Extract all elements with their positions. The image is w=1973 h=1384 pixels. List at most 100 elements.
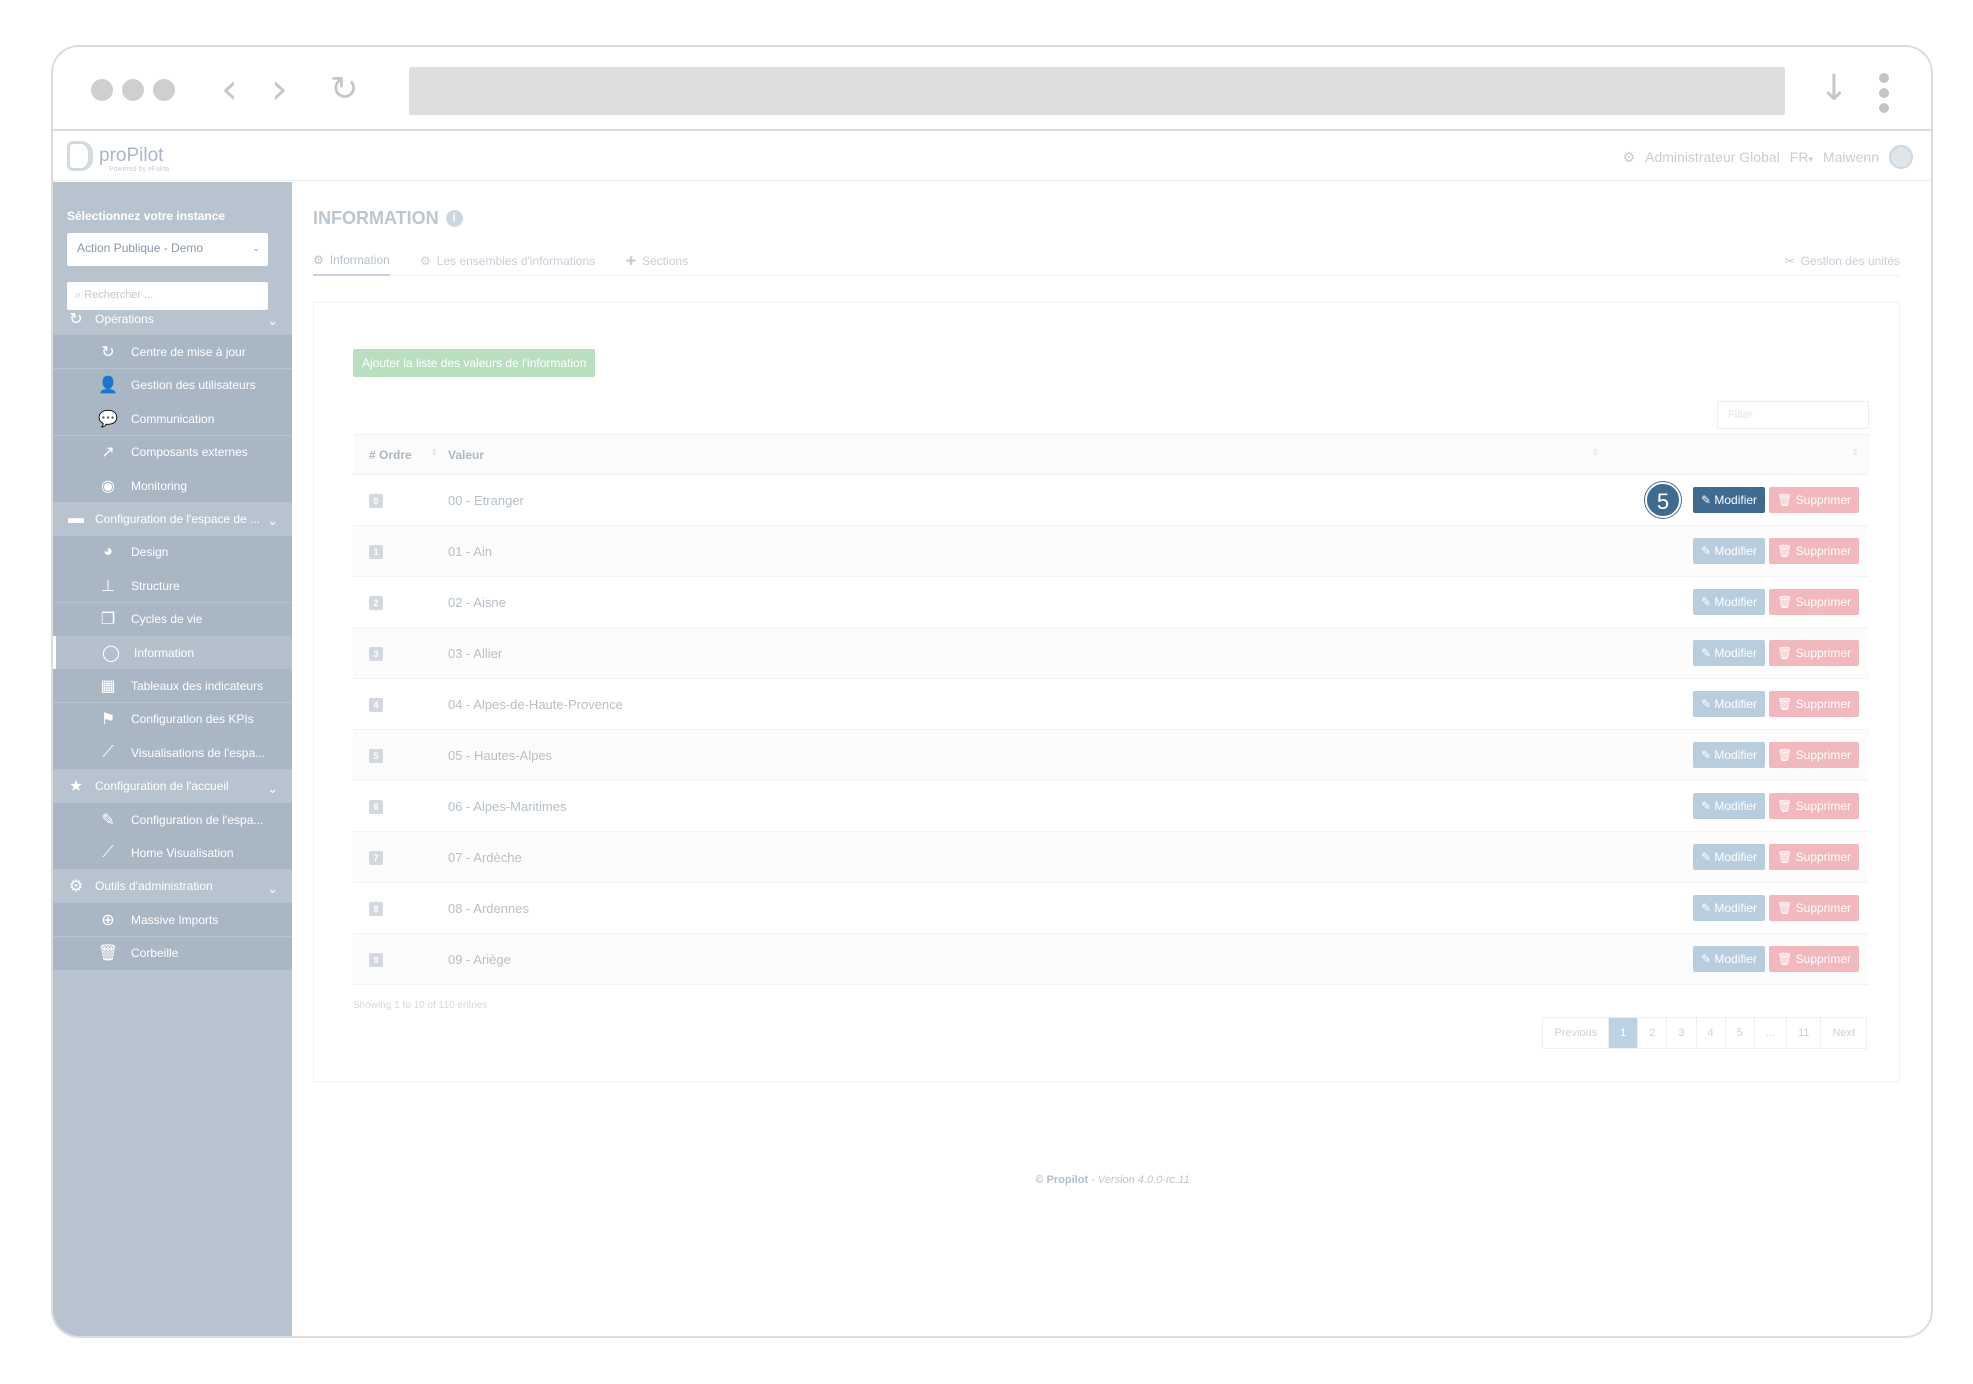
edit-button[interactable]: ✎ Modifier bbox=[1692, 793, 1766, 819]
sidebar-item[interactable]: ◕ Design bbox=[53, 535, 292, 569]
app-logo[interactable]: proPilot Powered by eFakta bbox=[67, 141, 169, 173]
delete-button[interactable]: 🗑 Supprimer bbox=[1769, 640, 1859, 666]
delete-button[interactable]: 🗑 Supprimer bbox=[1769, 691, 1859, 717]
edit-button[interactable]: ✎ Modifier bbox=[1692, 691, 1766, 717]
admin-link[interactable]: Administrateur Global bbox=[1645, 149, 1780, 165]
edit-button[interactable]: ✎ Modifier bbox=[1692, 487, 1766, 513]
tab-info-sets[interactable]: ⚙ Les ensembles d'informations bbox=[420, 246, 595, 276]
order-badge: 2 bbox=[369, 596, 383, 610]
edit-button[interactable]: ✎ Modifier bbox=[1692, 538, 1766, 564]
delete-button[interactable]: 🗑 Supprimer bbox=[1769, 895, 1859, 921]
page-link[interactable]: 11 bbox=[1785, 1018, 1820, 1048]
actions-cell: ✎ Modifier 🗑 Supprimer bbox=[1609, 576, 1869, 628]
actions-cell: ✎ Modifier 🗑 Supprimer bbox=[1609, 933, 1869, 985]
value-cell: 04 - Alpes-de-Haute-Provence bbox=[448, 678, 1609, 730]
caret-down-icon: ▾ bbox=[1808, 154, 1813, 164]
tab-sections[interactable]: ✚ Sections bbox=[626, 246, 688, 276]
delete-button[interactable]: 🗑 Supprimer bbox=[1769, 589, 1859, 615]
star-icon: ★ bbox=[68, 778, 84, 796]
delete-button[interactable]: 🗑 Supprimer bbox=[1769, 844, 1859, 870]
window-control-dot[interactable] bbox=[91, 79, 113, 101]
page-link[interactable]: 1 bbox=[1608, 1018, 1638, 1048]
sidebar-item[interactable]: ↻ Centre de mise à jour bbox=[53, 335, 292, 369]
sidebar-item[interactable]: ★ Configuration de l'accueil ⌄ bbox=[53, 770, 292, 803]
sidebar-item[interactable]: ▬ Configuration de l'espace de ... ⌄ bbox=[53, 502, 292, 535]
search-placeholder: Rechercher ... bbox=[84, 289, 154, 301]
info-icon[interactable]: i bbox=[445, 210, 463, 227]
back-arrow-icon[interactable]: ‹ bbox=[221, 65, 238, 113]
sidebar-item-label: Configuration des KPIs bbox=[131, 712, 254, 727]
delete-button[interactable]: 🗑 Supprimer bbox=[1769, 742, 1859, 768]
units-link[interactable]: ✂ Gestion des unités bbox=[1785, 246, 1900, 276]
sidebar-item[interactable]: ◯ Information bbox=[53, 636, 292, 669]
trash-icon: 🗑 bbox=[1777, 799, 1796, 813]
page-link[interactable]: 4 bbox=[1695, 1018, 1725, 1048]
column-header-order[interactable]: # Ordre ⇕ bbox=[353, 434, 448, 475]
sidebar-item[interactable]: ⊕ Massive Imports bbox=[53, 903, 292, 937]
download-icon[interactable]: ↓ bbox=[1819, 65, 1849, 113]
window-control-dot[interactable] bbox=[153, 79, 175, 101]
browser-menu-icon[interactable] bbox=[1879, 73, 1889, 118]
sidebar-item[interactable]: 👤 Gestion des utilisateurs bbox=[53, 368, 292, 402]
delete-button[interactable]: 🗑 Supprimer bbox=[1769, 538, 1859, 564]
trash-icon: 🗑 bbox=[1777, 952, 1796, 966]
edit-button[interactable]: ✎ Modifier bbox=[1692, 895, 1766, 921]
column-header-value[interactable]: Valeur ⇕ bbox=[448, 434, 1609, 475]
reload-icon[interactable]: ↻ bbox=[330, 65, 359, 113]
value-cell: 03 - Allier bbox=[448, 627, 1609, 679]
edit-button[interactable]: ✎ Modifier bbox=[1692, 946, 1766, 972]
avatar[interactable] bbox=[1889, 145, 1913, 169]
table-header-row: # Ordre ⇕ Valeur ⇕ ⇕ bbox=[353, 434, 1869, 475]
language-dropdown[interactable]: FR▾ bbox=[1790, 149, 1813, 165]
sidebar-item[interactable]: ⊥ Structure bbox=[53, 569, 292, 603]
trash-icon: 🗑 bbox=[1777, 493, 1796, 507]
page-link[interactable]: 5 bbox=[1724, 1018, 1754, 1048]
edit-button[interactable]: ✎ Modifier bbox=[1692, 640, 1766, 666]
address-bar[interactable] bbox=[409, 67, 1785, 115]
sidebar-item[interactable]: ⟋ Visualisations de l'espa... bbox=[53, 736, 292, 770]
page-link[interactable]: 3 bbox=[1666, 1018, 1695, 1048]
sidebar-item[interactable]: ↗ Composants externes bbox=[53, 435, 292, 469]
folder-icon: ▬ bbox=[68, 509, 84, 527]
sidebar-item[interactable]: 🗑 Corbeille bbox=[53, 936, 292, 970]
filter-input[interactable]: Filter bbox=[1717, 401, 1869, 429]
header-user-area: ⚙ Administrateur Global FR▾ Maiwenn bbox=[1623, 145, 1913, 169]
forward-arrow-icon[interactable]: › bbox=[271, 65, 288, 113]
chevron-down-icon: ⌄ bbox=[267, 313, 278, 328]
sidebar-item[interactable]: ⟋ Home Visualisation bbox=[53, 836, 292, 870]
delete-button[interactable]: 🗑 Supprimer bbox=[1769, 793, 1859, 819]
sidebar-item[interactable]: ◉ Monitoring bbox=[53, 469, 292, 502]
sidebar-item[interactable]: ▦ Tableaux des indicateurs bbox=[53, 669, 292, 703]
delete-label: Supprimer bbox=[1795, 595, 1851, 609]
edit-button[interactable]: ✎ Modifier bbox=[1692, 844, 1766, 870]
edit-button[interactable]: ✎ Modifier bbox=[1692, 589, 1766, 615]
delete-label: Supprimer bbox=[1795, 952, 1851, 966]
add-values-button[interactable]: Ajouter la liste des valeurs de l'inform… bbox=[353, 349, 596, 377]
delete-label: Supprimer bbox=[1795, 901, 1851, 915]
delete-button[interactable]: 🗑 Supprimer bbox=[1769, 487, 1859, 513]
page-title: INFORMATION i bbox=[313, 208, 463, 229]
delete-button[interactable]: 🗑 Supprimer bbox=[1769, 946, 1859, 972]
sidebar-item[interactable]: ⚑ Configuration des KPIs bbox=[53, 702, 292, 736]
table-row: 4 04 - Alpes-de-Haute-Provence ✎ Modifier 🗑… bbox=[353, 678, 1869, 730]
user-name[interactable]: Maiwenn bbox=[1823, 149, 1879, 165]
tab-information[interactable]: ⚙ Information bbox=[313, 246, 390, 276]
page-link[interactable]: Previous bbox=[1543, 1018, 1608, 1048]
sort-icon: ⇕ bbox=[1851, 447, 1859, 457]
column-header-label: Valeur bbox=[448, 447, 485, 462]
sidebar-item[interactable]: ↻ Opérations ⌄ bbox=[53, 302, 292, 335]
window-control-dot[interactable] bbox=[122, 79, 144, 101]
sidebar-item[interactable]: 💬 Communication bbox=[53, 402, 292, 436]
instance-select[interactable]: Action Publique - Demo ⌄ bbox=[67, 233, 268, 266]
table-row: 7 07 - Ardèche ✎ Modifier 🗑 Supprimer bbox=[353, 831, 1869, 883]
table-icon: ▦ bbox=[100, 677, 116, 695]
sidebar-item[interactable]: ⚙ Outils d'administration ⌄ bbox=[53, 870, 292, 903]
sidebar-item[interactable]: ❐ Cycles de vie bbox=[53, 602, 292, 636]
actions-cell: ✎ Modifier 🗑 Supprimer bbox=[1609, 882, 1869, 934]
page-link[interactable]: Next bbox=[1820, 1018, 1866, 1048]
trash-icon: 🗑 bbox=[1777, 646, 1796, 660]
browser-toolbar: ‹ › ↻ ↓ bbox=[53, 47, 1931, 131]
page-link[interactable]: 2 bbox=[1637, 1018, 1666, 1048]
edit-button[interactable]: ✎ Modifier bbox=[1692, 742, 1766, 768]
sidebar-item[interactable]: ✎ Configuration de l'espa... bbox=[53, 803, 292, 836]
